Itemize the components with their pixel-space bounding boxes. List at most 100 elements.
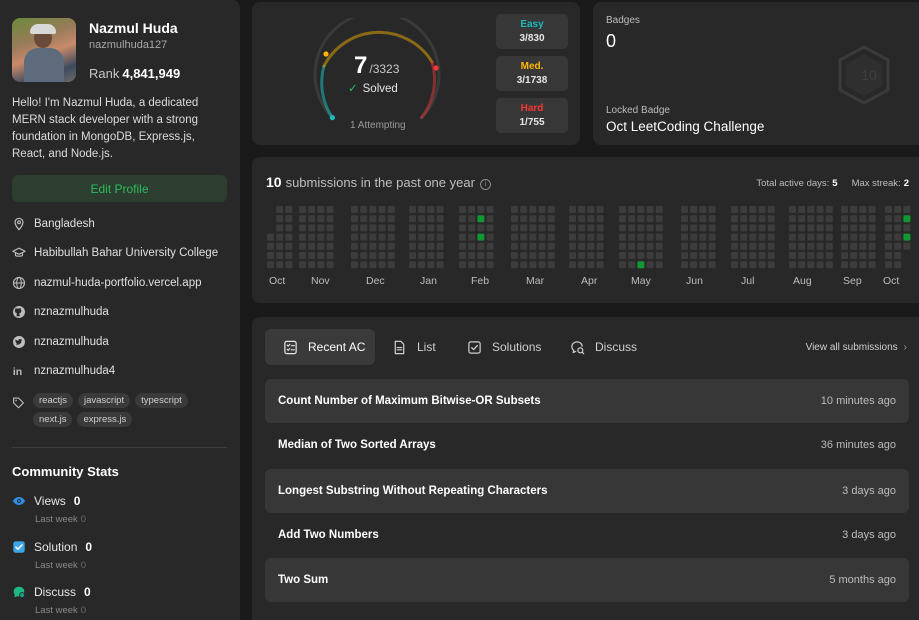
heatmap-cell[interactable] bbox=[798, 224, 806, 232]
heatmap-cell[interactable] bbox=[459, 261, 466, 269]
heatmap-cell[interactable] bbox=[276, 233, 284, 241]
heatmap-cell[interactable] bbox=[351, 215, 358, 223]
heatmap-cell[interactable] bbox=[681, 215, 688, 223]
heatmap-cell[interactable] bbox=[749, 242, 757, 250]
heatmap-cell[interactable] bbox=[885, 224, 892, 232]
heatmap-cell[interactable] bbox=[299, 224, 306, 232]
heatmap-cell[interactable] bbox=[569, 233, 576, 241]
heatmap-cell[interactable] bbox=[459, 233, 466, 241]
heatmap-cell[interactable] bbox=[850, 215, 858, 223]
submission-title[interactable]: Two Sum bbox=[278, 574, 328, 586]
heatmap-cell[interactable] bbox=[699, 252, 707, 259]
heatmap-cell[interactable] bbox=[317, 233, 325, 241]
heatmap-cell[interactable] bbox=[596, 233, 604, 241]
heatmap-cell[interactable] bbox=[276, 206, 284, 213]
heatmap-cell[interactable] bbox=[468, 261, 476, 269]
heatmap-cell[interactable] bbox=[299, 215, 306, 223]
heatmap-cell[interactable] bbox=[758, 261, 766, 269]
submission-row[interactable]: Longest Substring Without Repeating Char… bbox=[265, 469, 909, 513]
heatmap-cell[interactable] bbox=[699, 233, 707, 241]
heatmap-cell[interactable] bbox=[418, 206, 426, 213]
locked-badge-icon[interactable]: 10 bbox=[835, 44, 893, 106]
heatmap-cell[interactable] bbox=[547, 233, 555, 241]
heatmap-cell[interactable] bbox=[859, 206, 867, 213]
heatmap-cell[interactable] bbox=[360, 252, 368, 259]
heatmap-cell[interactable] bbox=[486, 261, 494, 269]
heatmap-cell[interactable] bbox=[903, 242, 911, 250]
heatmap-cell[interactable] bbox=[859, 261, 867, 269]
github-link[interactable]: nznazmulhuda bbox=[34, 306, 109, 318]
linkedin-row[interactable]: in nznazmulhuda4 bbox=[12, 364, 115, 378]
skill-tag[interactable]: reactjs bbox=[33, 393, 73, 408]
heatmap-cell[interactable] bbox=[326, 242, 334, 250]
heatmap-cell[interactable] bbox=[619, 224, 626, 232]
heatmap-cell[interactable] bbox=[637, 224, 645, 232]
heatmap-cell[interactable] bbox=[477, 224, 485, 232]
heatmap-cell[interactable] bbox=[317, 242, 325, 250]
heatmap-cell[interactable] bbox=[628, 252, 636, 259]
heatmap-cell[interactable] bbox=[409, 206, 416, 213]
heatmap-cell[interactable] bbox=[378, 224, 386, 232]
heatmap-cell[interactable] bbox=[308, 224, 316, 232]
heatmap-cell[interactable] bbox=[486, 224, 494, 232]
heatmap-cell[interactable] bbox=[369, 233, 377, 241]
heatmap-cell[interactable] bbox=[418, 252, 426, 259]
heatmap-cell[interactable] bbox=[308, 261, 316, 269]
heatmap-cell[interactable] bbox=[646, 206, 654, 213]
heatmap-cell[interactable] bbox=[477, 233, 485, 241]
heatmap-cell[interactable] bbox=[807, 206, 815, 213]
heatmap-cell[interactable] bbox=[859, 215, 867, 223]
heatmap-cell[interactable] bbox=[816, 233, 824, 241]
heatmap-cell[interactable] bbox=[690, 224, 698, 232]
submission-row[interactable]: Two Sum 5 months ago bbox=[265, 558, 909, 602]
heatmap-cell[interactable] bbox=[825, 206, 833, 213]
heatmap-cell[interactable] bbox=[825, 261, 833, 269]
submission-title[interactable]: Add Two Numbers bbox=[278, 529, 379, 541]
heatmap-cell[interactable] bbox=[427, 261, 435, 269]
heatmap-cell[interactable] bbox=[409, 261, 416, 269]
heatmap-cell[interactable] bbox=[708, 215, 716, 223]
heatmap-cell[interactable] bbox=[276, 252, 284, 259]
heatmap-cell[interactable] bbox=[409, 233, 416, 241]
heatmap-cell[interactable] bbox=[308, 215, 316, 223]
heatmap-cell[interactable] bbox=[387, 215, 395, 223]
heatmap-cell[interactable] bbox=[767, 224, 775, 232]
heatmap-cell[interactable] bbox=[749, 215, 757, 223]
heatmap-cell[interactable] bbox=[351, 252, 358, 259]
heatmap-cell[interactable] bbox=[276, 261, 284, 269]
heatmap-cell[interactable] bbox=[868, 242, 876, 250]
heatmap-cell[interactable] bbox=[758, 242, 766, 250]
heatmap-cell[interactable] bbox=[859, 252, 867, 259]
heatmap-cell[interactable] bbox=[646, 224, 654, 232]
heatmap-cell[interactable] bbox=[708, 233, 716, 241]
heatmap-cell[interactable] bbox=[477, 261, 485, 269]
heatmap-cell[interactable] bbox=[569, 215, 576, 223]
heatmap-cell[interactable] bbox=[459, 242, 466, 250]
heatmap-cell[interactable] bbox=[326, 252, 334, 259]
heatmap-cell[interactable] bbox=[378, 206, 386, 213]
heatmap-cell[interactable] bbox=[798, 261, 806, 269]
heatmap-cell[interactable] bbox=[637, 215, 645, 223]
heatmap-cell[interactable] bbox=[646, 242, 654, 250]
heatmap-cell[interactable] bbox=[903, 224, 911, 232]
heatmap-cell[interactable] bbox=[459, 252, 466, 259]
heatmap-cell[interactable] bbox=[731, 233, 738, 241]
heatmap-cell[interactable] bbox=[529, 242, 537, 250]
submission-title[interactable]: Longest Substring Without Repeating Char… bbox=[278, 485, 548, 497]
heatmap-cell[interactable] bbox=[459, 215, 466, 223]
heatmap-cell[interactable] bbox=[351, 224, 358, 232]
heatmap-cell[interactable] bbox=[894, 215, 902, 223]
heatmap-cell[interactable] bbox=[699, 215, 707, 223]
heatmap-cell[interactable] bbox=[538, 261, 546, 269]
heatmap-cell[interactable] bbox=[477, 215, 485, 223]
heatmap-cell[interactable] bbox=[387, 242, 395, 250]
heatmap-cell[interactable] bbox=[578, 242, 586, 250]
heatmap-cell[interactable] bbox=[578, 224, 586, 232]
heatmap-cell[interactable] bbox=[749, 233, 757, 241]
heatmap-cell[interactable] bbox=[596, 215, 604, 223]
heatmap-cell[interactable] bbox=[569, 252, 576, 259]
heatmap-cell[interactable] bbox=[378, 215, 386, 223]
heatmap-cell[interactable] bbox=[767, 242, 775, 250]
heatmap-cell[interactable] bbox=[351, 233, 358, 241]
heatmap-cell[interactable] bbox=[749, 206, 757, 213]
